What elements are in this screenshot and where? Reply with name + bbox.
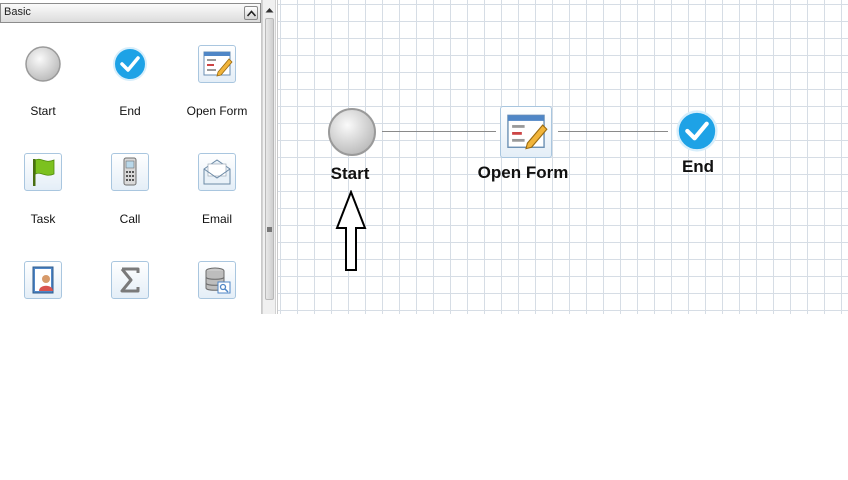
tool-label: Email: [201, 212, 232, 226]
phone-icon: [111, 153, 149, 191]
tool-database-search[interactable]: [174, 246, 260, 314]
node-open-form[interactable]: [500, 106, 552, 158]
node-end[interactable]: [674, 108, 720, 154]
envelope-icon: [198, 153, 236, 191]
tool-label: Open Form: [186, 104, 248, 118]
end-check-icon: [111, 45, 149, 83]
tool-open-form[interactable]: Open Form: [174, 30, 260, 130]
flag-icon: [24, 153, 62, 191]
scroll-grip-icon: [267, 227, 272, 232]
form-edit-icon: [500, 106, 552, 158]
collapse-chevron-icon[interactable]: [244, 6, 258, 20]
toolbox-group-header[interactable]: Basic: [0, 3, 261, 23]
tool-email[interactable]: Email: [174, 138, 260, 238]
tool-label: Start: [30, 104, 56, 118]
node-open-form-label: Open Form: [477, 163, 569, 182]
form-edit-icon: [198, 45, 236, 83]
tool-call[interactable]: Call: [87, 138, 173, 238]
sigma-icon: [111, 261, 149, 299]
tool-contact[interactable]: [0, 246, 86, 314]
tool-start[interactable]: Start: [0, 30, 86, 130]
toolbox-group-title: Basic: [4, 6, 31, 18]
tool-end[interactable]: End: [87, 30, 173, 130]
toolbox-panel: Basic Start End Open Form Task Call Emai…: [0, 0, 262, 314]
node-start[interactable]: [327, 107, 377, 157]
node-end-label: End: [681, 157, 715, 176]
workflow-designer: Basic Start End Open Form Task Call Emai…: [0, 0, 848, 480]
tool-task[interactable]: Task: [0, 138, 86, 238]
connector-start-to-form[interactable]: [382, 131, 496, 132]
tool-label: Task: [30, 212, 56, 226]
annotation-up-arrow-icon: [335, 190, 367, 271]
toolbox-scrollbar[interactable]: [262, 0, 276, 314]
database-search-icon: [198, 261, 236, 299]
tool-label: Call: [119, 212, 141, 226]
tool-sigma[interactable]: [87, 246, 173, 314]
start-circle-icon: [328, 108, 376, 156]
node-start-label: Start: [330, 164, 370, 183]
tool-label: End: [119, 104, 141, 118]
end-check-icon: [676, 110, 718, 152]
connector-form-to-end[interactable]: [558, 131, 668, 132]
contact-book-icon: [24, 261, 62, 299]
scroll-thumb[interactable]: [265, 18, 274, 300]
start-circle-icon: [24, 45, 62, 83]
scroll-up-arrow-icon[interactable]: [264, 2, 275, 15]
